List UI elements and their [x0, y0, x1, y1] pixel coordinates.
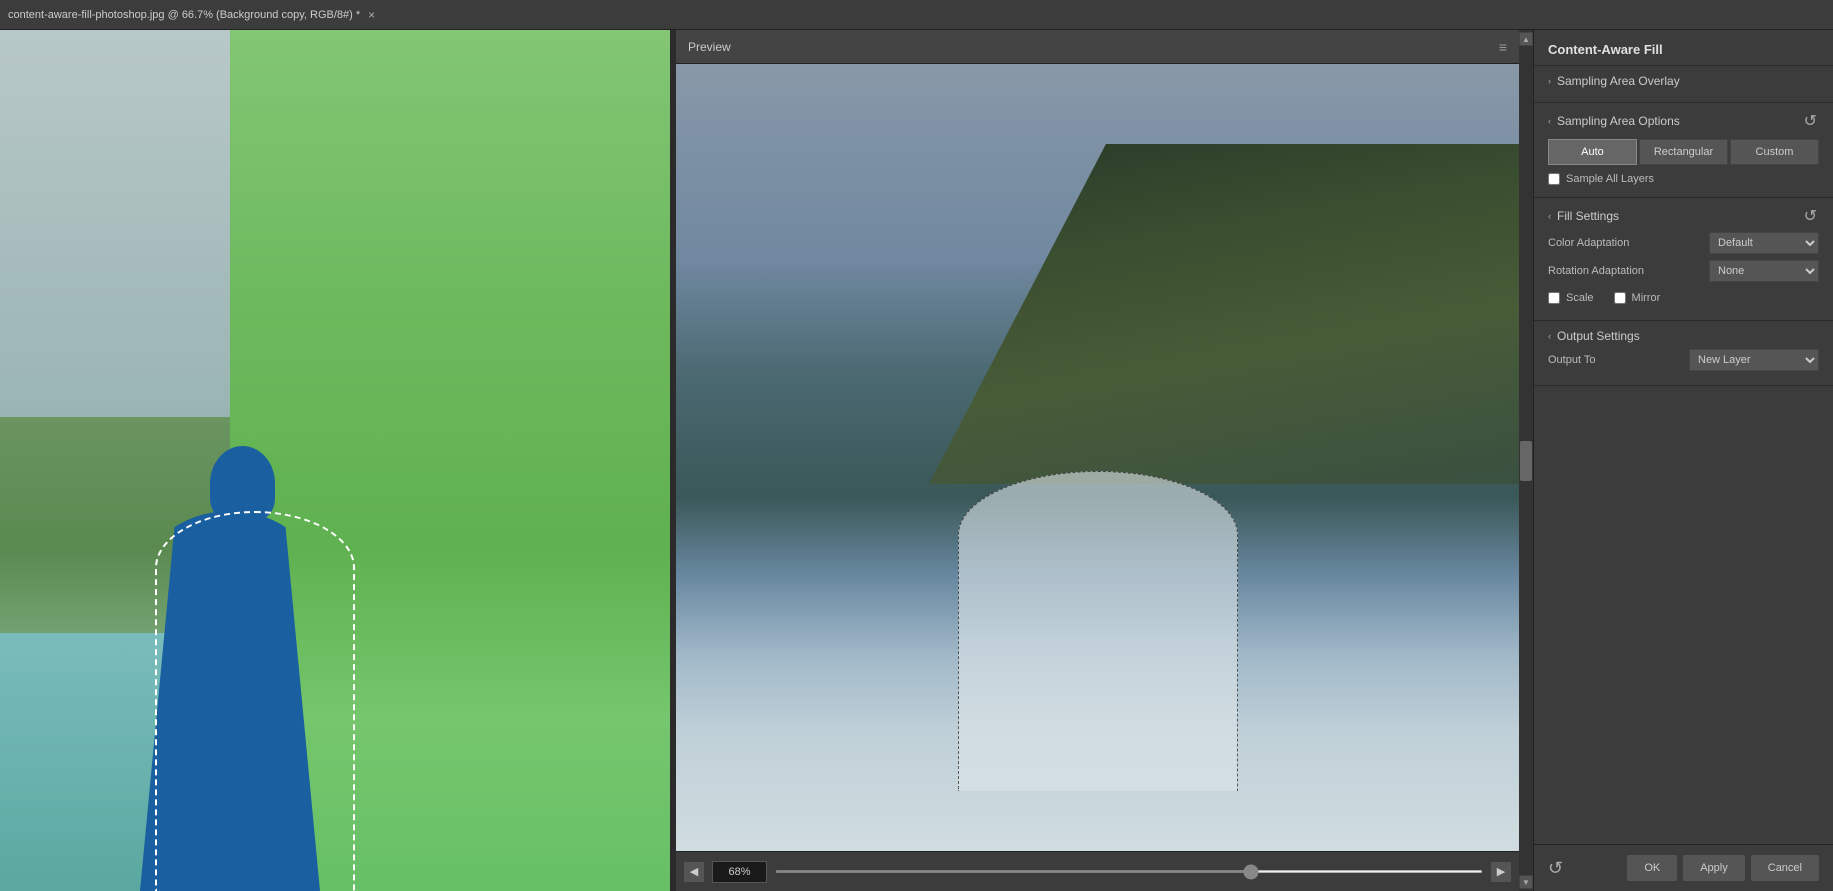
rotation-adaptation-label: Rotation Adaptation: [1548, 265, 1668, 277]
fill-settings-reset-button[interactable]: ↺: [1802, 206, 1819, 226]
scroll-down-button[interactable]: ▼: [1519, 875, 1533, 889]
output-to-select[interactable]: Current Layer New Layer Duplicate Layer: [1689, 349, 1819, 371]
sampling-options-reset-button[interactable]: ↺: [1802, 111, 1819, 131]
sampling-type-buttons: Auto Rectangular Custom: [1548, 139, 1819, 165]
preview-zoom-input[interactable]: 68%: [712, 861, 767, 883]
output-settings-header-left: ‹ Output Settings: [1548, 329, 1640, 343]
mirror-label: Mirror: [1632, 292, 1661, 304]
sampling-rectangular-button[interactable]: Rectangular: [1639, 139, 1728, 165]
sampling-overlay-header[interactable]: › Sampling Area Overlay: [1548, 74, 1819, 88]
panel-footer: ↺ OK Apply Cancel: [1534, 844, 1833, 891]
panel-header: Content-Aware Fill: [1534, 30, 1833, 66]
sample-all-layers-row: Sample All Layers: [1548, 173, 1819, 185]
fill-settings-header[interactable]: ‹ Fill Settings ↺: [1548, 206, 1819, 226]
sampling-overlay-chevron: ›: [1548, 76, 1551, 86]
output-settings-header[interactable]: ‹ Output Settings: [1548, 329, 1819, 343]
output-settings-title: Output Settings: [1557, 329, 1640, 343]
canvas-sky: [0, 30, 230, 417]
sampling-options-chevron: ‹: [1548, 116, 1551, 126]
selection-marching-ants: [155, 511, 355, 891]
preview-nav-right[interactable]: ▶: [1491, 862, 1511, 882]
apply-button[interactable]: Apply: [1683, 855, 1745, 881]
output-settings-section: ‹ Output Settings Output To Current Laye…: [1534, 321, 1833, 386]
output-settings-chevron: ‹: [1548, 331, 1551, 341]
preview-image-area: [676, 64, 1519, 851]
sampling-custom-button[interactable]: Custom: [1730, 139, 1819, 165]
fill-settings-section: ‹ Fill Settings ↺ Color Adaptation None …: [1534, 198, 1833, 321]
panel-title: Content-Aware Fill: [1548, 42, 1663, 57]
scroll-track[interactable]: ▲ ▼: [1519, 30, 1533, 891]
fill-settings-chevron: ‹: [1548, 211, 1551, 221]
mirror-row: Mirror: [1614, 292, 1661, 304]
preview-selection-outline: [958, 471, 1238, 791]
preview-zoom-slider[interactable]: [775, 870, 1483, 873]
sampling-options-header[interactable]: ‹ Sampling Area Options ↺: [1548, 111, 1819, 131]
scale-label: Scale: [1566, 292, 1594, 304]
preview-title: Preview: [688, 40, 731, 54]
cancel-button[interactable]: Cancel: [1751, 855, 1819, 881]
footer-reset-button[interactable]: ↺: [1548, 858, 1563, 879]
preview-header: Preview ≡: [676, 30, 1519, 64]
sampling-options-title: Sampling Area Options: [1557, 114, 1680, 128]
rotation-adaptation-row: Rotation Adaptation None Low Medium High…: [1548, 260, 1819, 282]
main-layout: Preview ≡ ◀ 68% ▶ ▲ ▼ Content-Aware Fill: [0, 30, 1833, 891]
sampling-options-section: ‹ Sampling Area Options ↺ Auto Rectangul…: [1534, 103, 1833, 198]
scroll-thumb[interactable]: [1520, 441, 1532, 481]
preview-menu-icon[interactable]: ≡: [1499, 39, 1507, 55]
ok-button[interactable]: OK: [1627, 855, 1677, 881]
right-panel: Content-Aware Fill › Sampling Area Overl…: [1533, 30, 1833, 891]
color-adaptation-select[interactable]: None Default High Very High: [1709, 232, 1819, 254]
sampling-auto-button[interactable]: Auto: [1548, 139, 1637, 165]
canvas-person-head: [210, 446, 275, 521]
top-bar: content-aware-fill-photoshop.jpg @ 66.7%…: [0, 0, 1833, 30]
output-to-row: Output To Current Layer New Layer Duplic…: [1548, 349, 1819, 371]
preview-footer: ◀ 68% ▶: [676, 851, 1519, 891]
fill-settings-header-left: ‹ Fill Settings: [1548, 209, 1619, 223]
sampling-overlay-section: › Sampling Area Overlay: [1534, 66, 1833, 103]
preview-panel: Preview ≡ ◀ 68% ▶: [676, 30, 1519, 891]
fill-settings-title: Fill Settings: [1557, 209, 1619, 223]
scale-row: Scale: [1548, 292, 1594, 304]
scroll-up-button[interactable]: ▲: [1519, 32, 1533, 46]
mirror-checkbox[interactable]: [1614, 292, 1626, 304]
preview-nav-left[interactable]: ◀: [684, 862, 704, 882]
scale-mirror-row: Scale Mirror: [1548, 288, 1819, 308]
canvas-area[interactable]: [0, 30, 670, 891]
tab-close-button[interactable]: ×: [368, 8, 375, 22]
sampling-overlay-header-left: › Sampling Area Overlay: [1548, 74, 1680, 88]
scale-checkbox[interactable]: [1548, 292, 1560, 304]
color-adaptation-row: Color Adaptation None Default High Very …: [1548, 232, 1819, 254]
output-to-label: Output To: [1548, 354, 1596, 366]
rotation-adaptation-select[interactable]: None Low Medium High Full: [1709, 260, 1819, 282]
sample-all-layers-checkbox[interactable]: [1548, 173, 1560, 185]
color-adaptation-label: Color Adaptation: [1548, 237, 1668, 249]
sample-all-layers-label: Sample All Layers: [1566, 173, 1654, 185]
tab-title: content-aware-fill-photoshop.jpg @ 66.7%…: [8, 9, 360, 21]
sampling-options-header-left: ‹ Sampling Area Options: [1548, 114, 1680, 128]
sampling-overlay-title: Sampling Area Overlay: [1557, 74, 1680, 88]
